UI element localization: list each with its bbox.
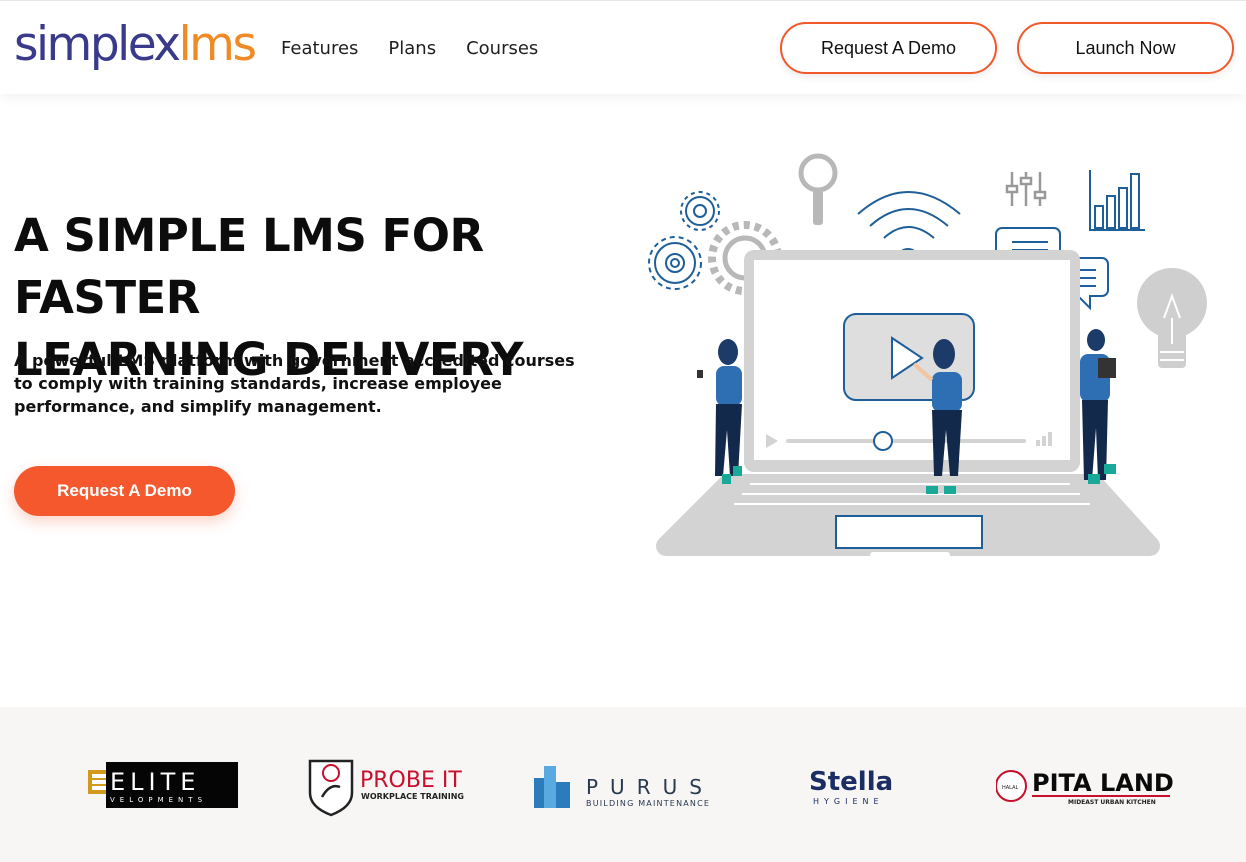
stella-tag: HYGIENE: [813, 797, 884, 806]
sliders-icon: [1005, 172, 1047, 206]
elite-logo-mark: ELITE VELOPMENTS: [88, 762, 238, 808]
magnifier-icon: [798, 153, 838, 225]
stella-name: Stella: [809, 767, 893, 797]
purus-logo-mark: PURUS BUILDING MAINTENANCE: [534, 766, 714, 808]
lightbulb-icon: [1137, 268, 1207, 368]
stella-logo-mark: Stella HYGIENE: [809, 767, 893, 806]
logo-text-simplex: simplex: [14, 17, 181, 72]
hero-title-line1: A SIMPLE LMS FOR FASTER: [14, 209, 484, 324]
pita-land-halal-badge: HALAL: [1002, 785, 1019, 791]
hero-request-demo-button[interactable]: Request A Demo: [14, 466, 235, 516]
purus-name: PURUS: [586, 775, 714, 799]
pita-land-logo-mark: HALAL PITA LAND MIDEAST URBAN KITCHEN: [996, 769, 1174, 806]
client-logo-pita-land: HALAL PITA LAND MIDEAST URBAN KITCHEN: [996, 765, 1174, 825]
probe-it-logo-mark: PROBE IT WORKPLACE TRAINING: [308, 759, 464, 817]
nav-plans[interactable]: Plans: [388, 37, 436, 61]
elite-name: ELITE: [110, 768, 200, 796]
purus-tag: BUILDING MAINTENANCE: [586, 799, 710, 808]
client-logos-strip: ELITE VELOPMENTS PROBE IT WORKPLACE TRAI…: [0, 707, 1246, 862]
nav-features[interactable]: Features: [281, 37, 358, 61]
hero-illustration: [648, 153, 1207, 560]
site-header: simplex lms Features Plans Courses Reques…: [0, 0, 1246, 94]
pita-land-tag: MIDEAST URBAN KITCHEN: [1068, 799, 1156, 806]
client-logo-probe-it: PROBE IT WORKPLACE TRAINING: [304, 757, 486, 817]
probe-it-tag: WORKPLACE TRAINING: [361, 792, 464, 801]
pita-land-name: PITA LAND: [1032, 769, 1174, 797]
person-with-phone-figure: [697, 339, 742, 484]
header-request-demo-button[interactable]: Request A Demo: [780, 22, 997, 74]
logo-text-lms: lms: [178, 17, 257, 72]
launch-now-button[interactable]: Launch Now: [1017, 22, 1234, 74]
bar-chart-icon: [1089, 170, 1145, 231]
nav-courses[interactable]: Courses: [466, 37, 538, 61]
client-logo-purus: PURUS BUILDING MAINTENANCE: [530, 762, 720, 822]
simplexlms-logo[interactable]: simplex lms: [14, 17, 257, 73]
hero-subtitle: A powerful LMS platform with government …: [14, 351, 575, 416]
elite-tag: VELOPMENTS: [110, 796, 207, 804]
client-logo-stella: Stella HYGIENE: [809, 762, 909, 822]
person-with-tablet-figure: [1080, 329, 1116, 484]
probe-it-name: PROBE IT: [360, 768, 462, 793]
main-nav: Features Plans Courses: [281, 37, 538, 61]
client-logo-elite: ELITE VELOPMENTS: [88, 762, 240, 822]
